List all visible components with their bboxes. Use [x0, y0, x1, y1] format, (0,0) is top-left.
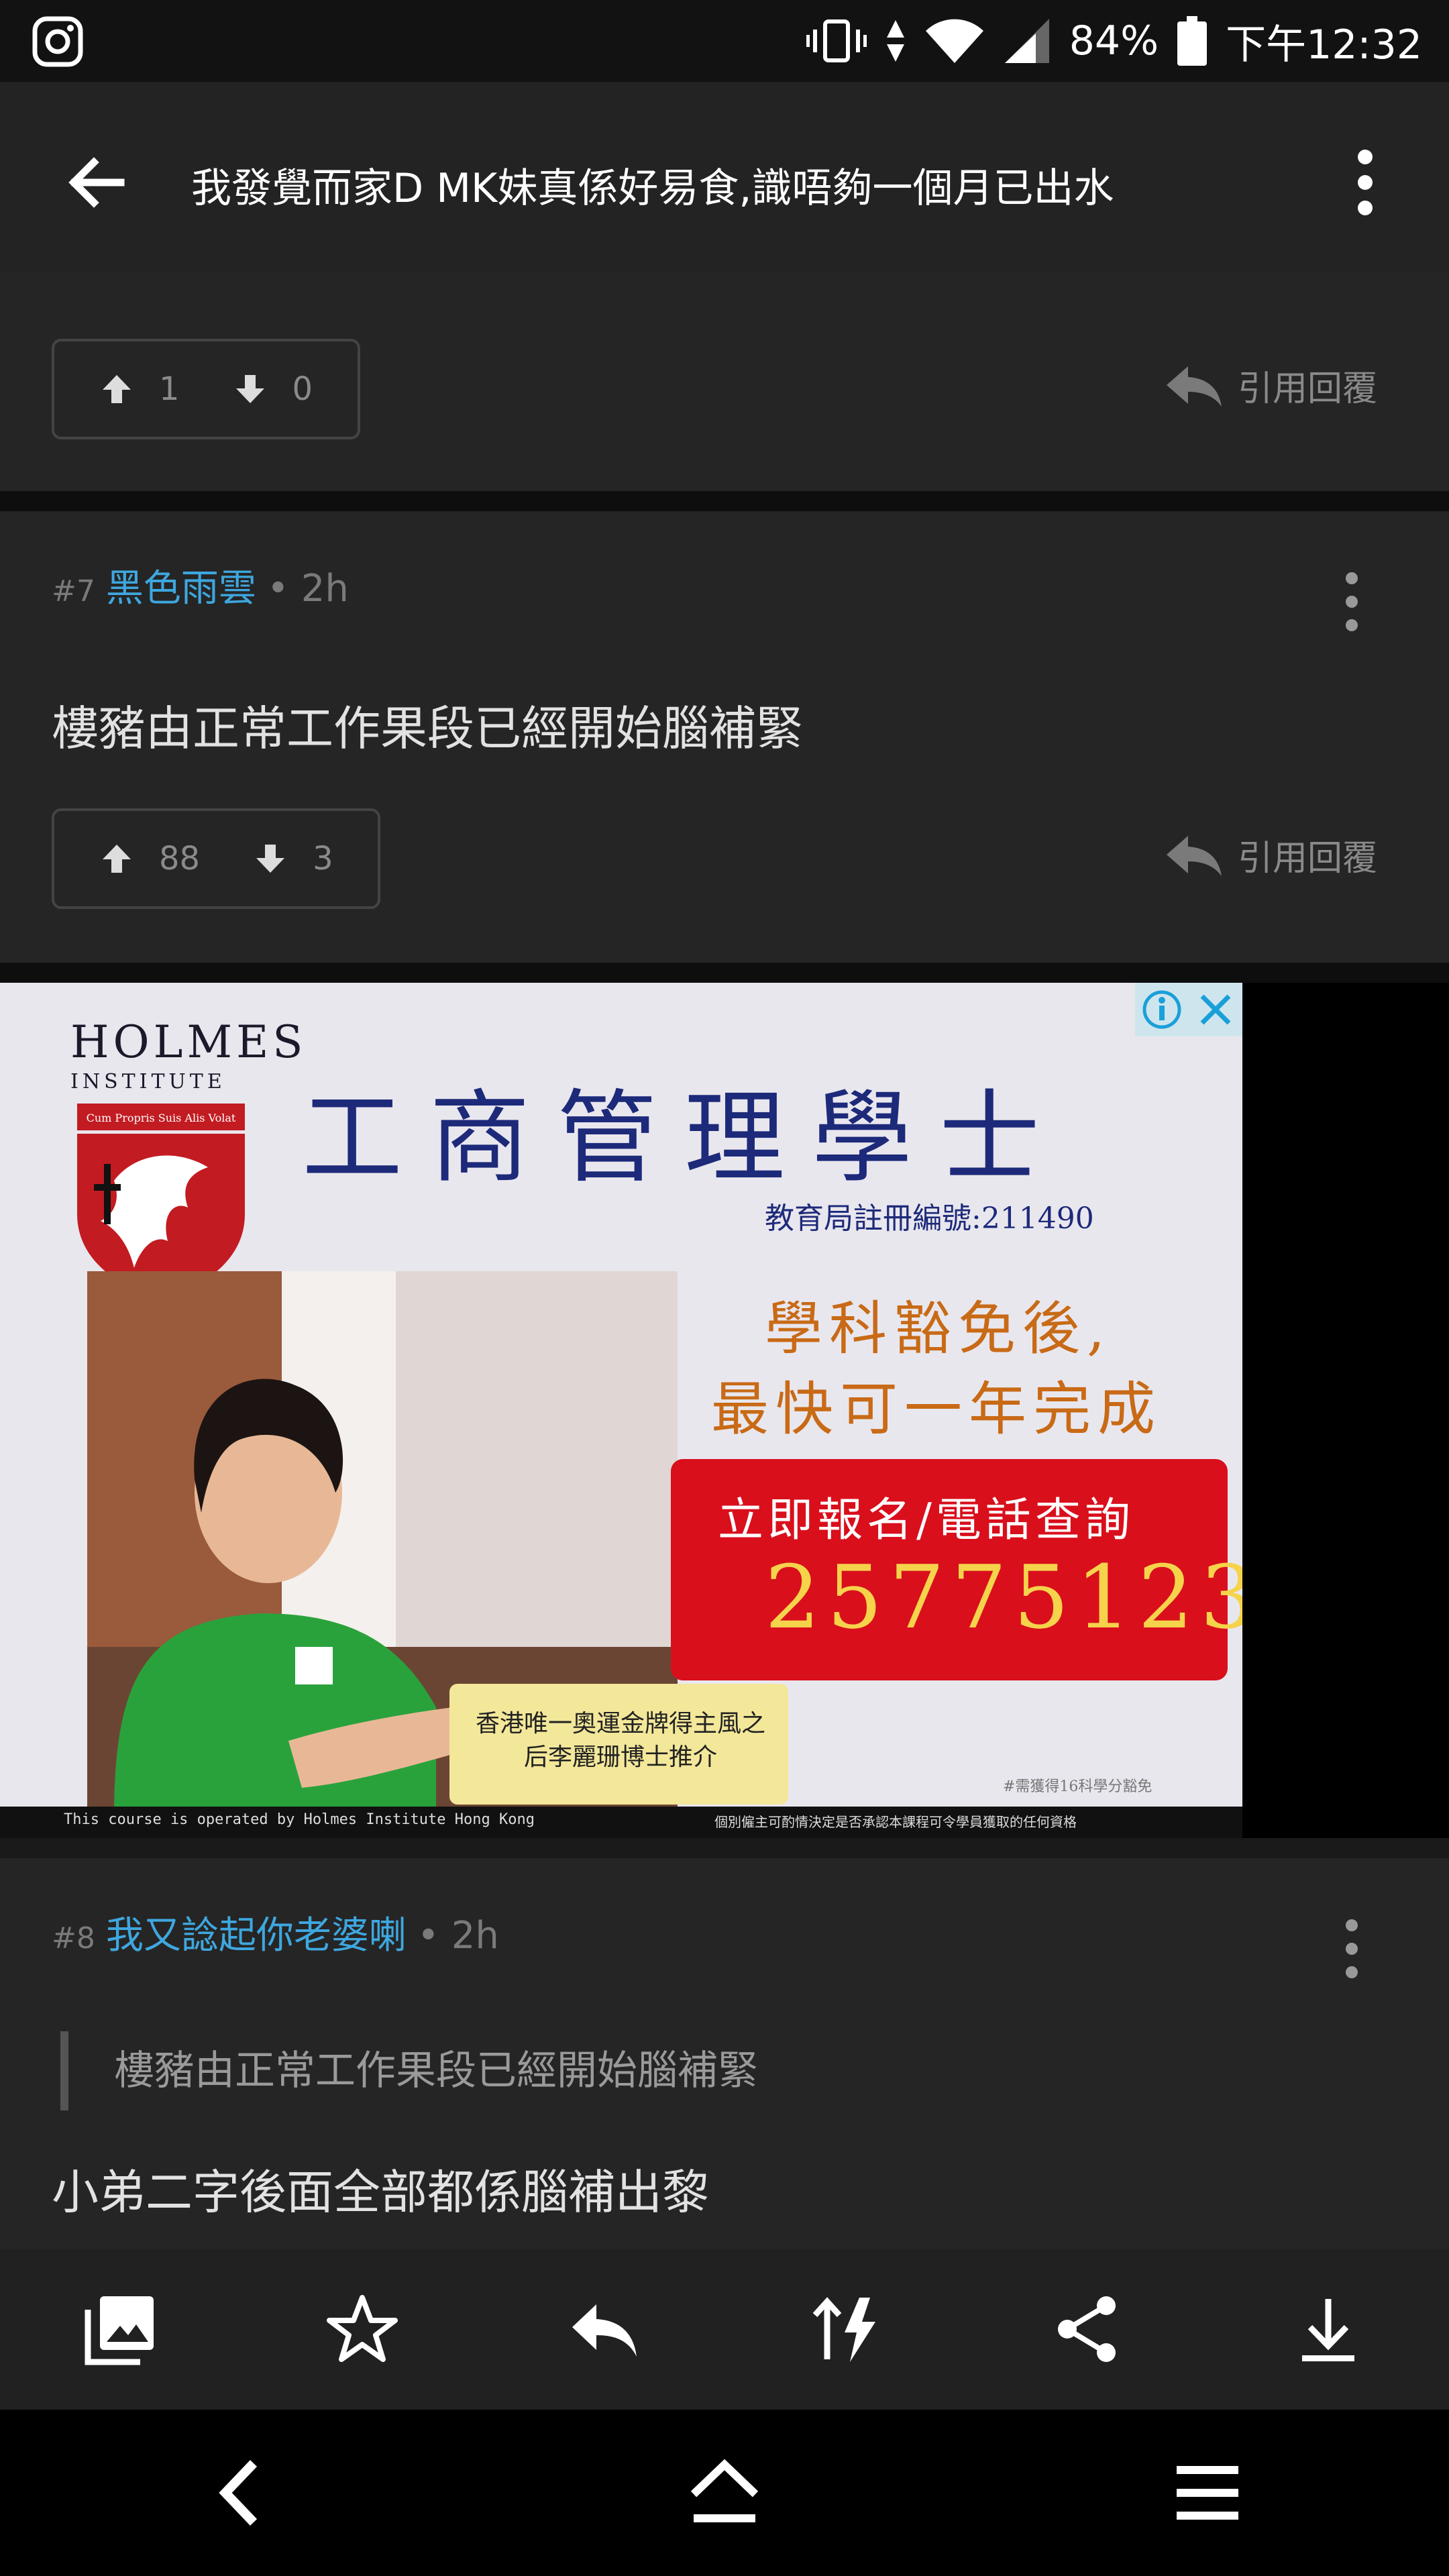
ad-headline: 工商管理學士 — [302, 1080, 1067, 1197]
downvote-icon[interactable] — [233, 372, 267, 406]
post-meta: #7 黑色雨雲 • 2h — [52, 558, 349, 612]
reply-icon[interactable] — [567, 2292, 641, 2366]
vibrate-icon — [806, 19, 867, 62]
ad-margin — [1242, 983, 1449, 1838]
signal-icon — [1004, 19, 1049, 63]
ad-line-1: 學科豁免後, — [765, 1295, 1112, 1362]
post-card: #7 黑色雨雲 • 2h 樓豬由正常工作果段已經開始腦補緊 88 3 引用回覆 — [0, 511, 1449, 963]
nav-back-icon[interactable] — [201, 2453, 282, 2533]
post-card: #8 我又諗起你老婆喇 • 2h 樓豬由正常工作果段已經開始腦補緊 小弟二字後面… — [0, 1858, 1449, 2249]
data-arrows-icon — [886, 20, 904, 62]
crest-motto: Cum Propris Suis Alis Volat — [87, 1112, 236, 1124]
battery-percent: 84% — [1069, 17, 1159, 64]
share-icon[interactable] — [1050, 2292, 1124, 2366]
post-options-icon[interactable] — [1338, 565, 1365, 639]
app-bar: 我發覺而家D MK妹真係好易食,識唔夠一個月已出水 — [0, 82, 1449, 273]
upvote-count: 88 — [159, 840, 201, 877]
nav-home-icon[interactable] — [684, 2453, 765, 2533]
reply-icon — [1167, 366, 1222, 407]
quote-bar — [60, 2031, 68, 2110]
system-nav-bar — [0, 2410, 1449, 2576]
ad-footnote: #需獲得16科學分豁免 — [1003, 1778, 1152, 1795]
quote-reply-label: 引用回覆 — [1238, 839, 1378, 879]
post-body: 樓豬由正常工作果段已經開始腦補緊 — [52, 701, 803, 756]
more-options-icon[interactable] — [1338, 142, 1392, 223]
clock: 下午12:32 — [1226, 21, 1422, 68]
ad-info-icon[interactable] — [1135, 983, 1189, 1036]
post-number: #7 — [52, 574, 95, 608]
post-time: • 2h — [417, 1914, 499, 1957]
ad-brand-sub: INSTITUTE — [70, 1070, 226, 1093]
quoted-text: 樓豬由正常工作果段已經開始腦補緊 — [114, 2047, 758, 2094]
ad-cta: 立即報名/電話查詢 — [718, 1494, 1134, 1547]
downvote-count: 3 — [313, 840, 333, 877]
downvote-icon[interactable] — [254, 842, 287, 875]
thread-title: 我發覺而家D MK妹真係好易食,識唔夠一個月已出水 — [191, 165, 1114, 212]
post-meta: #8 我又諗起你老婆喇 • 2h — [52, 1905, 499, 1960]
divider — [0, 963, 1449, 983]
ad-footer-right: 個別僱主可酌情決定是否承認本課程可令學員獲取的任何資格 — [714, 1814, 1077, 1830]
ad-registration: 教育局註冊編號:211490 — [765, 1201, 1094, 1236]
downvote-count: 0 — [292, 370, 313, 408]
star-icon[interactable] — [325, 2292, 399, 2366]
wifi-icon — [925, 19, 983, 64]
post-time: • 2h — [266, 567, 349, 610]
post-number: #8 — [52, 1921, 95, 1955]
status-bar: 84% 下午12:32 — [0, 0, 1449, 82]
ad-endorsement: 香港唯一奧運金牌得主風之后李麗珊博士推介 — [475, 1710, 765, 1771]
gallery-icon[interactable] — [84, 2292, 158, 2366]
quote-reply-button[interactable]: 引用回覆 — [1164, 830, 1377, 880]
upvote-icon[interactable] — [100, 372, 133, 406]
bottom-toolbar — [0, 2249, 1449, 2410]
sort-icon[interactable] — [808, 2292, 882, 2366]
upvote-count: 1 — [159, 370, 180, 408]
ad-brand: HOLMES — [70, 1016, 307, 1068]
upvote-icon[interactable] — [100, 842, 133, 875]
download-icon[interactable] — [1291, 2292, 1365, 2366]
post-body: 小弟二字後面全部都係腦補出黎 — [52, 2165, 709, 2220]
divider — [0, 491, 1449, 511]
instagram-icon — [32, 16, 83, 67]
ad-phone: 25775123 — [765, 1546, 1242, 1648]
vote-box: 1 0 — [52, 339, 360, 439]
reply-icon — [1167, 835, 1222, 876]
ad-line-2: 最快可一年完成 — [711, 1376, 1162, 1443]
vote-box: 88 3 — [52, 808, 380, 909]
back-arrow-icon[interactable] — [60, 146, 134, 219]
battery-icon — [1177, 16, 1208, 66]
quote-reply-label: 引用回覆 — [1238, 369, 1378, 409]
nav-menu-icon[interactable] — [1167, 2453, 1248, 2533]
quote-reply-button[interactable]: 引用回覆 — [1164, 360, 1377, 411]
post-card: 1 0 引用回覆 — [0, 273, 1449, 491]
post-options-icon[interactable] — [1338, 1912, 1365, 1986]
ad-close-icon[interactable] — [1189, 983, 1242, 1036]
ad-footer-left: This course is operated by Holmes Instit… — [64, 1811, 535, 1828]
username-link[interactable]: 我又諗起你老婆喇 — [106, 1905, 407, 1960]
advertisement[interactable]: HOLMES INSTITUTE Cum Propris Suis Alis V… — [0, 983, 1242, 1838]
username-link[interactable]: 黑色雨雲 — [106, 558, 256, 612]
